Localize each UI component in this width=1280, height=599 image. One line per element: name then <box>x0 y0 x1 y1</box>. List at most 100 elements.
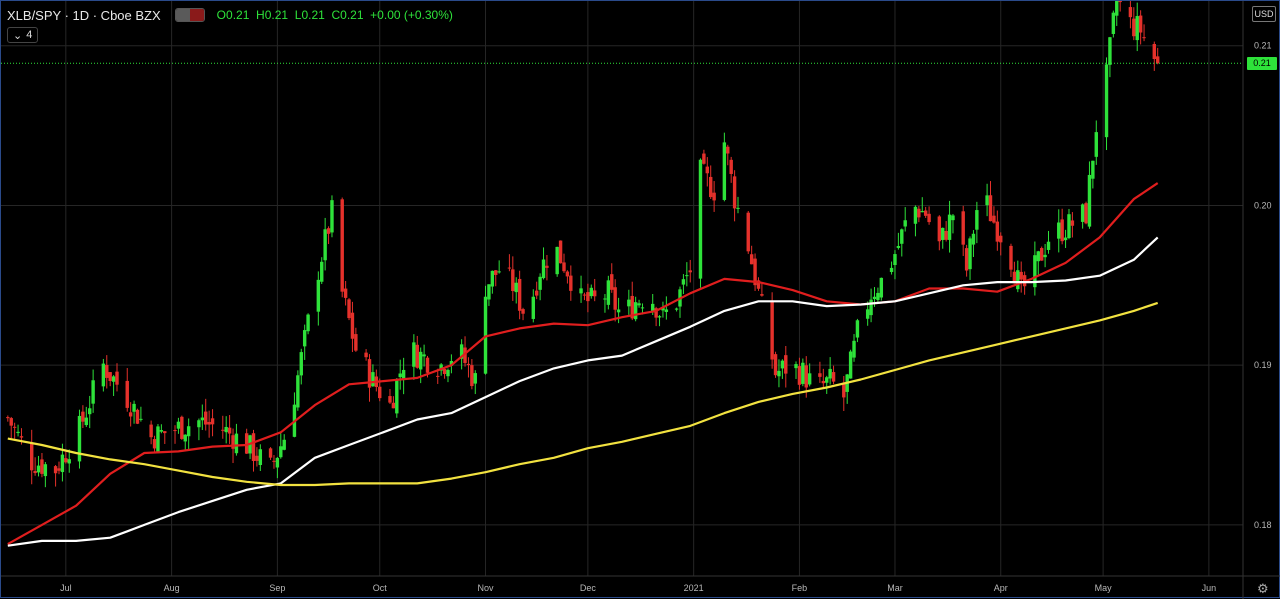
candle-body <box>541 259 546 279</box>
candle-body <box>234 433 239 454</box>
high-label: H <box>256 8 265 22</box>
candle-body <box>347 299 351 319</box>
chart-area[interactable]: 0.18 0.19 0.20 0.21 Jul Aug Sep Oct Nov Dec 2021 Fe… <box>0 0 1280 599</box>
candle-body <box>913 206 918 224</box>
candle-body <box>1084 203 1088 224</box>
currency-button[interactable]: USD <box>1252 6 1276 22</box>
x-tick-label: Nov <box>478 583 495 593</box>
candle-body <box>91 380 95 404</box>
candle-body <box>603 298 607 300</box>
candle-body <box>896 246 901 248</box>
candle-body <box>19 436 24 438</box>
candle-body <box>204 411 208 425</box>
candle-body <box>534 290 539 296</box>
candle-body <box>111 376 116 382</box>
candle-body <box>128 412 133 417</box>
candle-body <box>951 215 955 221</box>
toggle-left[interactable] <box>175 9 190 21</box>
candle-body <box>702 153 706 164</box>
candle-body <box>183 434 187 442</box>
candle-body <box>1039 248 1044 261</box>
x-tick-label: May <box>1095 583 1113 593</box>
candle-body <box>40 459 44 474</box>
candle-body <box>1070 220 1075 226</box>
candle-body <box>558 240 563 264</box>
candle-body <box>749 254 754 265</box>
candle-body <box>562 262 566 272</box>
toggle-right[interactable] <box>189 9 204 21</box>
candle-body <box>521 309 525 314</box>
chevron-down-icon: ⌄ <box>13 29 23 42</box>
candle-body <box>388 396 392 403</box>
candle-body <box>842 382 846 398</box>
candle-body <box>255 455 259 461</box>
candle-body <box>903 220 907 227</box>
candle-body <box>1080 204 1085 222</box>
candle-body <box>210 418 215 425</box>
candle-body <box>511 269 515 292</box>
chart-legend: XLB/SPY · 1D · Cboe BZX O0.21 H0.21 L0.2… <box>7 6 453 24</box>
candle-body <box>395 379 399 414</box>
candle-body <box>732 176 737 209</box>
candle-body <box>378 386 382 399</box>
candle-body <box>354 334 358 351</box>
chart-style-toggle[interactable] <box>174 8 205 22</box>
x-tick-label: 2021 <box>684 583 704 593</box>
candle-body <box>186 426 191 437</box>
candle-body <box>180 416 184 439</box>
candle-body <box>900 229 904 244</box>
candle-body <box>446 369 450 377</box>
candle-body <box>425 357 430 373</box>
symbol-title[interactable]: XLB/SPY · 1D · Cboe BZX <box>7 8 161 23</box>
y-tick-label: 0.18 <box>1254 520 1272 530</box>
candle-body <box>1091 160 1095 179</box>
candle-body <box>780 360 785 369</box>
candle-body <box>705 166 710 174</box>
candle-body <box>320 261 324 282</box>
indicator-count: 4 <box>26 29 33 41</box>
candle-body <box>152 439 157 449</box>
candle-body <box>101 363 106 387</box>
candle-body <box>722 142 727 200</box>
candle-body <box>412 342 416 367</box>
candle-body <box>586 292 590 302</box>
candle-body <box>415 344 419 368</box>
candle-body <box>1043 254 1047 258</box>
candle-body <box>917 208 921 218</box>
candle-body <box>848 351 853 379</box>
candle-body <box>855 320 860 338</box>
candle-body <box>852 340 856 358</box>
candle-body <box>340 199 344 292</box>
candle-body <box>275 457 280 468</box>
candle-body <box>971 233 976 245</box>
candle-body <box>889 267 894 272</box>
candlestick-chart[interactable]: 0.18 0.19 0.20 0.21 Jul Aug Sep Oct Nov Dec 2021 Fe… <box>1 1 1280 599</box>
candle-body <box>538 276 542 290</box>
candle-body <box>1135 16 1139 41</box>
candle-body <box>1155 56 1160 64</box>
candle-body <box>490 270 495 287</box>
candle-body <box>999 235 1003 243</box>
candle-body <box>569 275 573 291</box>
x-tick-label: Mar <box>887 583 903 593</box>
gear-icon[interactable]: ⚙ <box>1257 581 1269 597</box>
candle-body <box>1111 12 1116 34</box>
candle-body <box>616 309 621 313</box>
indicators-collapse-button[interactable]: ⌄ 4 <box>7 27 39 43</box>
candle-body <box>221 429 225 431</box>
candle-body <box>988 195 993 222</box>
y-tick-label: 0.19 <box>1254 360 1272 370</box>
candle-body <box>1118 1 1122 3</box>
candle-body <box>807 373 812 385</box>
candle-body <box>473 373 477 384</box>
candle-body <box>1152 43 1156 60</box>
candle-body <box>698 159 703 279</box>
candle-body <box>610 274 614 290</box>
candle-body <box>865 309 870 319</box>
candle-body <box>371 372 375 387</box>
candle-body <box>545 265 549 268</box>
candle-body <box>985 195 989 206</box>
candle-body <box>681 279 686 285</box>
candle-body <box>323 229 327 261</box>
candle-body <box>326 228 331 234</box>
